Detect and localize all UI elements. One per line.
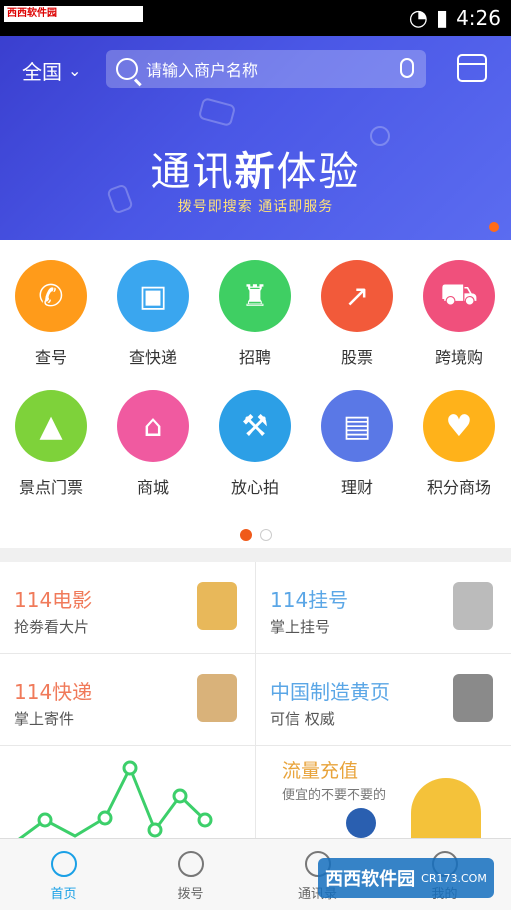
chart-point — [172, 788, 188, 804]
page-dot-active — [240, 529, 252, 541]
card-subtitle: 抢劵看大片 — [14, 618, 90, 636]
search-placeholder: 请输入商户名称 — [146, 61, 259, 80]
feature-card-3[interactable]: 中国制造黄页可信 权威 — [256, 654, 511, 746]
chart-point — [37, 812, 53, 828]
stock-chart-icon: ↗ — [321, 260, 393, 332]
banner-title: 通讯新体验 — [150, 149, 361, 195]
page-dot — [260, 529, 272, 541]
grid-item-2[interactable]: ♜ 招聘 — [204, 260, 306, 368]
trend-chart-card[interactable] — [0, 748, 255, 842]
data-recharge-card[interactable]: 流量充值 便宜的不要不要的 — [256, 748, 511, 840]
grid-item-label: 查快递 — [128, 348, 177, 367]
flow-title: 流量充值 — [282, 760, 359, 782]
grid-item-5[interactable]: ▲ 景点门票 — [0, 390, 102, 498]
grid-item-7[interactable]: ⚒ 放心拍 — [204, 390, 306, 498]
wifi-icon: ◔ — [408, 5, 428, 31]
grid-item-9[interactable]: ♥ 积分商场 — [408, 390, 510, 498]
banner-subtitle: 拨号即搜索 通话即服务 — [177, 199, 334, 215]
trend-chart — [17, 760, 213, 842]
search-icon — [116, 58, 138, 80]
grid-item-label: 查号 — [34, 348, 67, 367]
search-input[interactable]: 请输入商户名称 — [106, 50, 426, 88]
envelope-deco-icon — [197, 96, 237, 128]
package-icon: ▣ — [117, 260, 189, 332]
grid-item-0[interactable]: ✆ 查号 — [0, 260, 102, 368]
feature-card-1[interactable]: 114挂号掌上挂号 — [256, 562, 511, 654]
card-subtitle: 掌上挂号 — [270, 618, 331, 636]
grid-item-label: 招聘 — [238, 348, 271, 367]
grid-item-label: 理财 — [340, 478, 373, 497]
chart-point — [97, 810, 113, 826]
wallet-icon: ▤ — [321, 390, 393, 462]
movie-character-image — [197, 582, 237, 630]
tab-label: 拨号 — [177, 887, 204, 902]
ball-image — [346, 808, 376, 838]
grid-item-label: 股票 — [340, 348, 373, 367]
grid-item-3[interactable]: ↗ 股票 — [306, 260, 408, 368]
tie-icon: ♜ — [219, 260, 291, 332]
stethoscope-image — [453, 582, 493, 630]
banner-indicator — [489, 222, 499, 232]
card-subtitle: 掌上寄件 — [14, 710, 75, 728]
chevron-down-icon: ⌄ — [68, 61, 82, 80]
grid-item-4[interactable]: ⛟ 跨境购 — [408, 260, 510, 368]
tab-0[interactable]: 首页 — [0, 851, 127, 902]
factory-image — [453, 674, 493, 722]
battery-icon: ▮ — [435, 5, 449, 31]
cartoon-character-image — [411, 778, 481, 840]
city-label: 全国 — [22, 60, 62, 84]
card-title: 中国制造黄页 — [270, 680, 390, 704]
grid-item-label: 商城 — [136, 478, 169, 497]
shop-icon: ⌂ — [117, 390, 189, 462]
mountain-icon: ▲ — [15, 390, 87, 462]
dial-icon — [177, 851, 204, 877]
gavel-icon: ⚒ — [219, 390, 291, 462]
grid-item-1[interactable]: ▣ 查快递 — [102, 260, 204, 368]
chart-point — [147, 822, 163, 838]
tab-1[interactable]: 拨号 — [127, 851, 254, 902]
top-bar: 全国 ⌄ 请输入商户名称 — [0, 48, 511, 92]
grid-item-label: 景点门票 — [18, 478, 83, 497]
watermark-top: 西西软件园 www.cr173.com — [4, 6, 144, 22]
watermark-bottom: 西西软件园 CR173.COM — [318, 858, 494, 898]
flow-subtitle: 便宜的不要不要的 — [282, 788, 387, 803]
home-icon — [50, 851, 77, 877]
watermark-site: www.cr173.com — [60, 8, 141, 19]
gift-icon: ♥ — [423, 390, 495, 462]
status-bar: 西西软件园 www.cr173.com ◔ ▮ 4:26 — [0, 0, 511, 36]
clock: 4:26 — [456, 6, 501, 30]
grid-item-6[interactable]: ⌂ 商城 — [102, 390, 204, 498]
card-title: 114挂号 — [270, 588, 349, 612]
grid-item-label: 跨境购 — [434, 348, 483, 367]
card-subtitle: 可信 权威 — [270, 710, 335, 728]
tab-label: 首页 — [50, 887, 77, 902]
feature-card-2[interactable]: 114快递掌上寄件 — [0, 654, 255, 746]
microphone-icon[interactable] — [400, 58, 414, 78]
city-selector[interactable]: 全国 ⌄ — [22, 56, 81, 85]
cart-icon: ⛟ — [423, 260, 495, 332]
card-title: 114电影 — [14, 588, 93, 612]
status-icons: ◔ ▮ 4:26 — [409, 4, 501, 32]
courier-image — [197, 674, 237, 722]
phone-icon: ✆ — [15, 260, 87, 332]
grid-item-label: 放心拍 — [230, 478, 279, 497]
watermark-text: 西西软件园 — [7, 8, 57, 19]
card-title: 114快递 — [14, 680, 93, 704]
calendar-icon[interactable] — [457, 54, 487, 82]
feature-cards: 114电影 抢劵看大片 114挂号 掌上挂号 114快递 掌上寄件 中国制造黄页 可信 权威 … — [0, 562, 511, 842]
grid-item-label: 积分商场 — [426, 478, 491, 497]
promo-banner[interactable]: 全国 ⌄ 请输入商户名称 通讯新体验 拨号即搜索 通话即服务 — [0, 36, 511, 240]
feature-card-0[interactable]: 114电影抢劵看大片 — [0, 562, 255, 654]
page-indicator — [240, 529, 272, 541]
chart-point — [122, 760, 138, 776]
grid-item-8[interactable]: ▤ 理财 — [306, 390, 408, 498]
section-divider — [0, 548, 511, 562]
chart-point — [197, 812, 213, 828]
